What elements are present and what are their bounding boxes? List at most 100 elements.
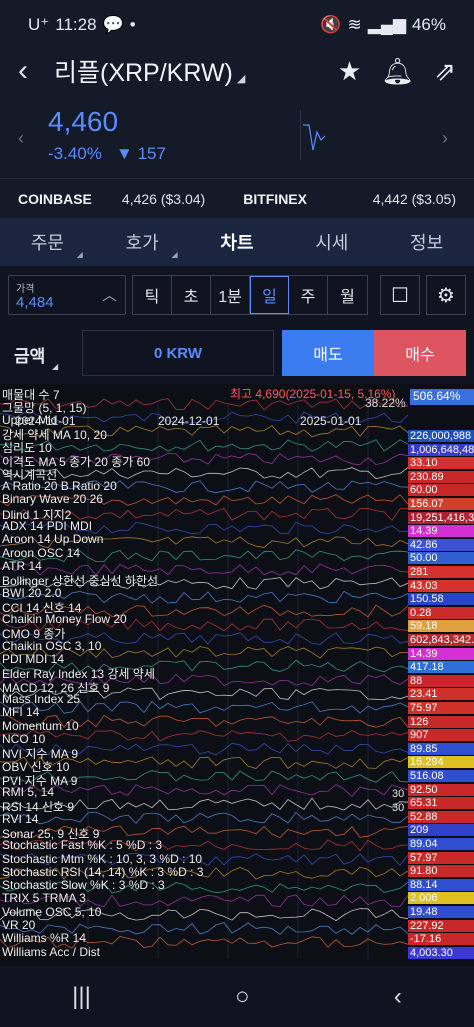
axis-value: 19,251,416,389.22 [408,511,474,524]
indicator-label[interactable]: A Ratio 20 B Ratio 20 [2,479,117,493]
axis-value: 1,006,648,486 [408,443,474,456]
indicator-label[interactable]: Chaikin Money Flow 20 [2,612,127,626]
indicator-label[interactable]: ADX 14 PDI MDI [2,519,92,533]
axis-value: 33.10 [408,457,474,470]
indicator-label[interactable]: Stochastic Slow %K : 3 %D : 3 [2,878,165,892]
wifi-icon: ≋ [347,15,362,34]
bell-icon[interactable]: 🔔︎ [381,56,414,87]
recent-apps-icon[interactable]: ||| [72,983,91,1011]
axis-value: 0.28 [408,606,474,619]
axis-value: 230.89 [408,470,474,483]
indicator-label[interactable]: VR 20 [2,918,35,932]
period-second[interactable]: 초 [172,276,211,314]
value-axis: 226,000,988 1,006,648,486 33.10 230.89 60.00… [408,384,474,966]
indicator-label[interactable]: Binary Wave 20 26 [2,492,103,506]
indicator-label[interactable]: Stochastic Mtm %K : 10, 3, 3 %D : 10 [2,852,202,866]
indicator-label[interactable]: Upper Mid [2,413,57,427]
indicator-label[interactable]: BWI 20 2.0 [2,586,61,600]
star-icon[interactable]: ★ [338,56,361,87]
battery-label: 46% [411,15,446,34]
indicator-label[interactable]: Aroon OSC 14 [2,546,80,560]
axis-value: 516.08 [408,770,474,782]
amount-input[interactable]: 0 KRW [82,330,274,376]
exchange-row: COINBASE 4,426 ($3.04) BITFINEX 4,442 ($… [0,178,474,218]
system-nav-bar: ||| ○ ‹ [0,966,474,1027]
indicator-label[interactable]: TRIX 5 TRMA 3 [2,891,86,905]
indicator-label[interactable]: Aroon 14 Up Down [2,532,103,546]
axis-value: 91.80 [408,865,474,878]
period-month[interactable]: 월 [328,276,367,314]
tab-orderbook[interactable]: 호가 ◢ [95,229,190,259]
axis-value: 16.294 [408,756,474,769]
tab-market[interactable]: 시세 [284,229,379,255]
axis-value: 14.39 [408,525,474,538]
indicator-label[interactable]: PDI MDI 14 [2,652,64,666]
indicator-label[interactable]: Stochastic Fast %K : 5 %D : 3 [2,838,162,852]
sell-button[interactable]: 매도 [282,330,374,376]
axis-value: 89.04 [408,838,474,850]
indicator-label[interactable]: RMI 5, 14 [2,785,54,799]
axis-value: 227.92 [408,919,474,932]
back-nav-icon[interactable]: ‹ [394,983,402,1011]
side-value: 30 [392,802,405,814]
indicator-label[interactable]: Stochastic RSI (14, 14) %K : 3 %D : 3 [2,865,203,879]
price-selector-label: 가격 [16,284,35,295]
axis-value: 907 [408,729,474,742]
indicator-label[interactable]: Volume OSC 5, 10 [2,905,101,919]
settings-button[interactable]: ⚙ [426,275,466,315]
indicator-label[interactable]: Williams %R 14 [2,931,86,945]
indicator-chart[interactable]: 최고 4,690(2025-01-15, 5.16%) 506.64% 2024… [0,384,474,966]
axis-value: 2.006 [408,892,474,905]
tab-order[interactable]: 주문 ◢ [0,229,95,259]
share-icon[interactable]: ⇗ [434,56,456,87]
axis-value: 92.50 [408,783,474,796]
indicator-label[interactable]: Williams Acc / Dist [2,945,100,959]
tab-label: 시세 [315,233,349,253]
buy-button[interactable]: 매수 [374,330,466,376]
indicator-label[interactable]: Momentum 10 [2,719,79,733]
indicator-label[interactable]: Mass Index 25 [2,692,80,706]
exchange-value: 4,442 ($3.05) [372,190,456,207]
exchange-name: COINBASE [18,190,92,207]
change-amount: ▼ 157 [116,144,166,163]
period-day[interactable]: 일 [250,276,289,314]
axis-value: 52.88 [408,810,474,823]
amount-caret-icon: ◢ [52,362,59,371]
indicator-label[interactable]: ATR 14 [2,559,42,573]
status-bar: U⁺ 11:28 💬 • 🔇 ≋ ▂▄▆ 46% [0,0,474,50]
tab-info[interactable]: 정보 [379,229,474,255]
axis-value: 88.14 [408,878,474,891]
price-selector-value: 4,484 [16,294,54,311]
tab-chart[interactable]: 차트 [190,229,285,255]
axis-value: 42.86 [408,538,474,551]
tab-label: 정보 [410,233,444,253]
period-week[interactable]: 주 [289,276,328,314]
mute-icon: 🔇 [320,15,342,34]
home-icon[interactable]: ○ [235,983,250,1011]
axis-value: 59.18 [408,620,474,633]
axis-value: 60.00 [408,484,474,497]
fullscreen-button[interactable]: ☐ [380,275,420,315]
axis-value: 19.48 [408,906,474,918]
clock: 11:28 [55,15,97,34]
prev-coin-icon[interactable]: ‹ [18,128,24,149]
price-change: -3.40% ▼ 157 [48,144,166,164]
period-minute[interactable]: 1분 [211,276,250,314]
indicator-label[interactable]: NCO 10 [2,732,45,746]
chart-toolbar: 가격 4,484 ︿ 틱 초 1분 일 주 월 ☐ ⚙ [0,266,474,322]
period-selector: 틱 초 1분 일 주 월 [132,275,368,315]
indicator-label[interactable]: Chaikin OSC 3, 10 [2,639,101,653]
indicator-label[interactable]: RVI 14 [2,812,38,826]
page-title[interactable]: 리플(XRP/KRW) [54,53,233,89]
indicator-label[interactable]: MFI 14 [2,705,39,719]
axis-value: 417.18 [408,661,474,674]
amount-label[interactable]: 금액 [14,342,45,367]
axis-value: 281 [408,566,474,578]
dropdown-caret-icon[interactable]: ◢ [237,72,245,85]
current-price: 4,460 [48,106,119,137]
period-tick[interactable]: 틱 [133,276,172,314]
next-coin-icon[interactable]: › [442,128,448,149]
price-selector[interactable]: 가격 4,484 ︿ [8,275,126,315]
exchange-value: 4,426 ($3.04) [121,190,206,207]
back-icon[interactable]: ‹ [18,54,48,88]
